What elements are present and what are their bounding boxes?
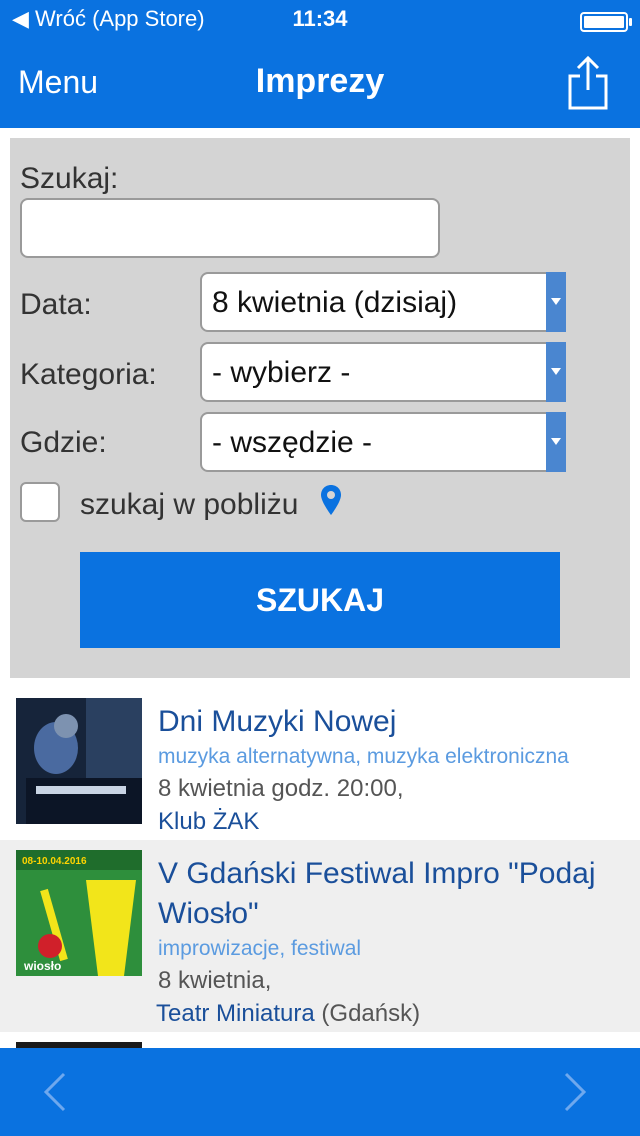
event-venue[interactable]: Teatr Miniatura bbox=[156, 1000, 315, 1027]
event-date: 8 kwietnia godz. 20:00, bbox=[158, 775, 404, 802]
category-select-value: - wybierz - bbox=[212, 356, 351, 389]
location-pin-icon bbox=[321, 485, 341, 515]
date-label: Data: bbox=[20, 288, 92, 321]
search-panel: Szukaj: Data: 8 kwietnia (dzisiaj) Kateg… bbox=[10, 138, 630, 678]
status-time: 11:34 bbox=[292, 6, 348, 31]
date-select[interactable]: 8 kwietnia (dzisiaj) bbox=[200, 272, 566, 332]
nav-bar: Menu Imprezy bbox=[0, 40, 640, 128]
status-bar: ◀ Wróć (App Store) 11:34 bbox=[0, 0, 640, 40]
event-city: (Gdańsk) bbox=[314, 1000, 421, 1027]
event-title[interactable]: Dni Muzyki Nowej bbox=[158, 702, 630, 742]
nearby-label[interactable]: szukaj w pobliżu bbox=[80, 488, 298, 522]
event-categories: improwizacje, festiwal bbox=[158, 937, 362, 960]
category-select[interactable]: - wybierz - bbox=[200, 342, 566, 402]
share-icon[interactable] bbox=[566, 54, 610, 110]
date-select-value: 8 kwietnia (dzisiaj) bbox=[212, 286, 458, 319]
event-venue[interactable]: Klub ŻAK bbox=[158, 808, 259, 835]
where-select-value: - wszędzie - bbox=[212, 426, 373, 459]
battery-icon bbox=[580, 12, 632, 32]
where-select[interactable]: - wszędzie - bbox=[200, 412, 566, 472]
bottom-toolbar bbox=[0, 1048, 640, 1136]
search-button[interactable]: SZUKAJ bbox=[80, 552, 560, 648]
where-label: Gdzie: bbox=[20, 426, 107, 459]
page-title: Imprezy bbox=[255, 62, 385, 100]
chevron-right-icon[interactable] bbox=[560, 1070, 590, 1114]
chevron-left-icon[interactable] bbox=[40, 1070, 70, 1114]
search-label: Szukaj: bbox=[20, 162, 119, 195]
nearby-checkbox[interactable] bbox=[20, 482, 60, 522]
list-item[interactable]: 08-10.04.2016 wiosło V Gdański Festiwal … bbox=[0, 840, 640, 1032]
event-thumbnail: 08-10.04.2016 wiosło bbox=[16, 850, 142, 976]
event-title[interactable]: V Gdański Festiwal Impro "Podaj Wiosło" bbox=[158, 854, 630, 934]
list-item[interactable]: Dni Muzyki Nowej muzyka alternatywna, mu… bbox=[0, 688, 640, 840]
event-categories: muzyka alternatywna, muzyka elektroniczn… bbox=[158, 745, 569, 768]
chevron-down-icon bbox=[546, 412, 566, 472]
chevron-down-icon bbox=[546, 272, 566, 332]
event-thumbnail bbox=[16, 698, 142, 824]
thumb-date: 08-10.04.2016 bbox=[22, 856, 87, 867]
event-date: 8 kwietnia, bbox=[158, 967, 272, 994]
search-input[interactable] bbox=[20, 198, 440, 258]
chevron-down-icon bbox=[546, 342, 566, 402]
category-label: Kategoria: bbox=[20, 358, 157, 391]
thumb-logo: wiosło bbox=[23, 959, 61, 973]
list-item[interactable] bbox=[0, 1032, 640, 1048]
